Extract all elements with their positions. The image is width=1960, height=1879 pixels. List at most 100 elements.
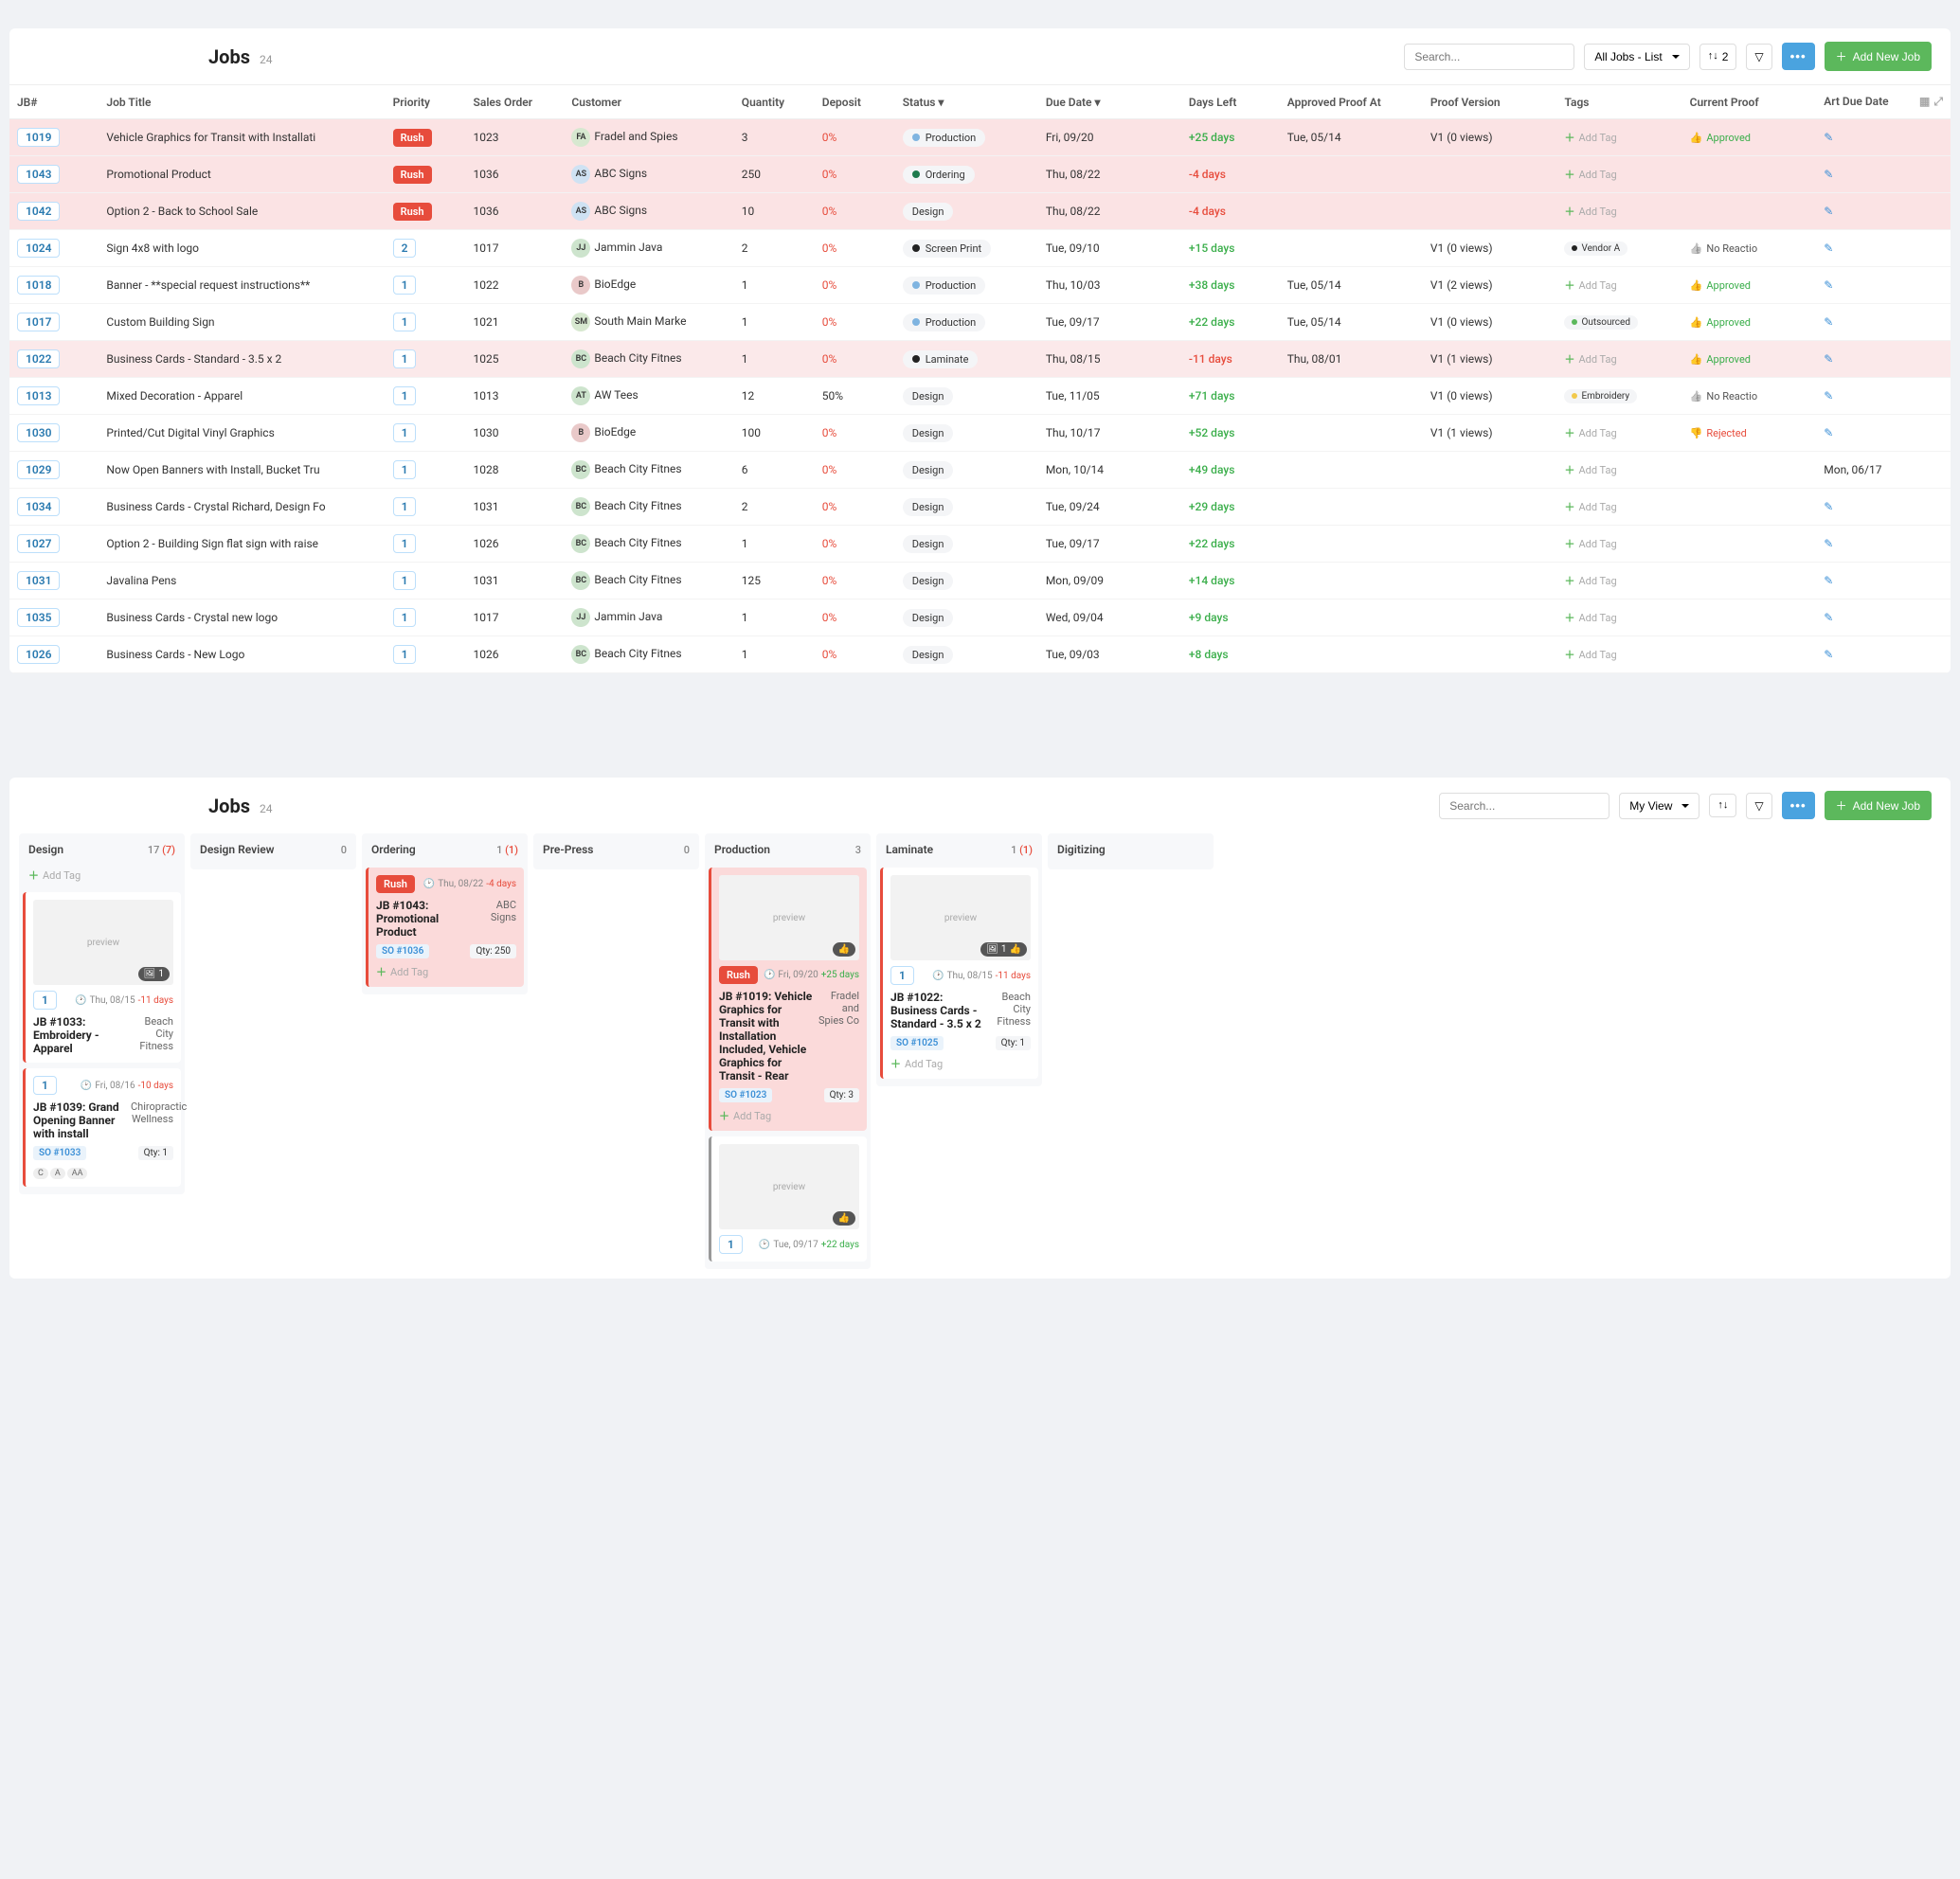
edit-icon[interactable]: ✎ <box>1824 611 1833 624</box>
table-row[interactable]: 1019Vehicle Graphics for Transit with In… <box>9 119 1951 156</box>
column-header[interactable]: Quantity <box>734 85 815 119</box>
sales-order[interactable]: 1026 <box>474 648 499 661</box>
add-tag-button[interactable]: ＋Add Tag <box>23 868 181 886</box>
add-tag-button[interactable]: ＋Add Tag <box>1564 536 1616 551</box>
job-card[interactable]: Rush🕑Thu, 08/22 -4 daysJB #1043: Promoti… <box>366 868 524 987</box>
view-dropdown[interactable]: All Jobs - List <box>1584 44 1689 70</box>
status-pill[interactable]: Production <box>903 277 985 295</box>
column-header[interactable]: Job Title <box>99 85 385 119</box>
status-pill[interactable]: Design <box>903 609 954 627</box>
column-header[interactable]: Priority <box>386 85 466 119</box>
column-header[interactable]: Days Left <box>1181 85 1280 119</box>
sales-order[interactable]: 1023 <box>474 131 499 144</box>
edit-icon[interactable]: ✎ <box>1824 648 1833 661</box>
sales-order[interactable]: 1031 <box>474 574 499 587</box>
status-pill[interactable]: Ordering <box>903 166 975 184</box>
job-number-link[interactable]: 1030 <box>17 423 60 442</box>
job-card[interactable]: preview👍Rush🕑Fri, 09/20 +25 daysJB #1019… <box>709 868 867 1131</box>
table-row[interactable]: 1042Option 2 - Back to School SaleRush10… <box>9 193 1951 230</box>
table-row[interactable]: 1043Promotional ProductRush1036ASABC Sig… <box>9 156 1951 193</box>
table-row[interactable]: 1034Business Cards - Crystal Richard, De… <box>9 489 1951 526</box>
edit-icon[interactable]: ✎ <box>1824 537 1833 550</box>
job-number-link[interactable]: 1018 <box>17 276 60 295</box>
table-row[interactable]: 1030Printed/Cut Digital Vinyl Graphics11… <box>9 415 1951 452</box>
job-number-link[interactable]: 1042 <box>17 202 60 221</box>
sales-order[interactable]: 1017 <box>474 611 499 624</box>
edit-icon[interactable]: ✎ <box>1824 131 1833 144</box>
column-header[interactable]: Sales Order <box>466 85 565 119</box>
status-pill[interactable]: Design <box>903 424 954 442</box>
add-tag-button[interactable]: ＋Add Tag <box>1564 204 1616 219</box>
job-number-link[interactable]: 1024 <box>17 239 60 258</box>
column-header[interactable]: JB# <box>9 85 99 119</box>
tag-chip[interactable]: AA <box>67 1168 88 1179</box>
add-tag-button[interactable]: ＋Add Tag <box>1564 499 1616 514</box>
more-menu-button[interactable]: ••• <box>1782 792 1815 819</box>
table-row[interactable]: 1035Business Cards - Crystal new logo110… <box>9 599 1951 636</box>
job-card[interactable]: preview🖼1 👍1🕑Thu, 08/15 -11 daysJB #1022… <box>880 868 1038 1079</box>
table-row[interactable]: 1017Custom Building Sign11021SMSouth Mai… <box>9 304 1951 341</box>
add-tag-button[interactable]: ＋Add Tag <box>1564 425 1616 440</box>
job-number-link[interactable]: 1035 <box>17 608 60 627</box>
customer-name[interactable]: Beach City Fitnes <box>594 573 681 586</box>
status-pill[interactable]: Design <box>903 646 954 664</box>
add-tag-button[interactable]: ＋Add Tag <box>1564 130 1616 145</box>
filter-button[interactable]: ▽ <box>1746 44 1771 70</box>
customer-name[interactable]: Beach City Fitnes <box>594 462 681 475</box>
customer-name[interactable]: Fradel and Spies <box>594 130 677 143</box>
sales-order[interactable]: 1026 <box>474 537 499 550</box>
customer-name[interactable]: ABC Signs <box>594 167 647 180</box>
customer-name[interactable]: AW Tees <box>594 388 638 402</box>
status-pill[interactable]: Laminate <box>903 350 979 368</box>
sales-order[interactable]: 1036 <box>474 205 499 218</box>
status-pill[interactable]: Design <box>903 572 954 590</box>
sales-order-link[interactable]: SO #1025 <box>890 1036 944 1050</box>
add-tag-button[interactable]: ＋Add Tag <box>1564 277 1616 293</box>
filter-button[interactable]: ▽ <box>1746 793 1771 819</box>
job-number-link[interactable]: 1043 <box>17 165 60 184</box>
job-number-link[interactable]: 1034 <box>17 497 60 516</box>
sort-button[interactable]: ↑↓ <box>1709 794 1736 817</box>
status-pill[interactable]: Design <box>903 498 954 516</box>
status-pill[interactable]: Production <box>903 313 985 331</box>
sales-order-link[interactable]: SO #1023 <box>719 1088 772 1102</box>
job-number-link[interactable]: 1022 <box>17 349 60 368</box>
status-pill[interactable]: Production <box>903 129 985 147</box>
table-row[interactable]: 1027Option 2 - Building Sign flat sign w… <box>9 526 1951 563</box>
column-header[interactable]: Customer <box>564 85 733 119</box>
add-tag-button[interactable]: ＋Add Tag <box>1564 573 1616 588</box>
job-number-link[interactable]: 1013 <box>17 386 60 405</box>
sales-order[interactable]: 1031 <box>474 500 499 513</box>
customer-name[interactable]: Beach City Fitnes <box>594 351 681 365</box>
customer-name[interactable]: Beach City Fitnes <box>594 499 681 512</box>
tag-pill[interactable]: Outsourced <box>1564 315 1638 330</box>
customer-name[interactable]: ABC Signs <box>594 204 647 217</box>
sales-order-link[interactable]: SO #1033 <box>33 1146 86 1160</box>
add-new-job-button[interactable]: ＋Add New Job <box>1825 42 1932 71</box>
customer-name[interactable]: Jammin Java <box>594 610 662 623</box>
add-tag-button[interactable]: ＋Add Tag <box>1564 167 1616 182</box>
column-header[interactable]: Due Date ▾ <box>1038 85 1181 119</box>
job-card[interactable]: preview👍1🕑Tue, 09/17 +22 days <box>709 1136 867 1262</box>
tag-chip[interactable]: A <box>50 1168 65 1179</box>
sales-order[interactable]: 1022 <box>474 278 499 292</box>
customer-name[interactable]: Beach City Fitnes <box>594 536 681 549</box>
status-pill[interactable]: Design <box>903 203 954 221</box>
edit-icon[interactable]: ✎ <box>1824 205 1833 218</box>
tag-chip[interactable]: C <box>33 1168 48 1179</box>
edit-icon[interactable]: ✎ <box>1824 426 1833 439</box>
customer-name[interactable]: Beach City Fitnes <box>594 647 681 660</box>
sales-order[interactable]: 1030 <box>474 426 499 439</box>
add-tag-button[interactable]: ＋Add Tag <box>376 964 516 979</box>
job-number-link[interactable]: 1026 <box>17 645 60 664</box>
customer-name[interactable]: BioEdge <box>594 277 636 291</box>
table-row[interactable]: 1013Mixed Decoration - Apparel11013ATAW … <box>9 378 1951 415</box>
add-tag-button[interactable]: ＋Add Tag <box>1564 610 1616 625</box>
status-pill[interactable]: Design <box>903 387 954 405</box>
job-card[interactable]: preview🖼1 1🕑Thu, 08/15 -11 daysJB #1033:… <box>23 892 181 1063</box>
job-number-link[interactable]: 1031 <box>17 571 60 590</box>
add-new-job-button[interactable]: ＋Add New Job <box>1825 791 1932 820</box>
tag-pill[interactable]: Vendor A <box>1564 242 1627 256</box>
edit-icon[interactable]: ✎ <box>1824 352 1833 366</box>
edit-icon[interactable]: ✎ <box>1824 315 1833 329</box>
